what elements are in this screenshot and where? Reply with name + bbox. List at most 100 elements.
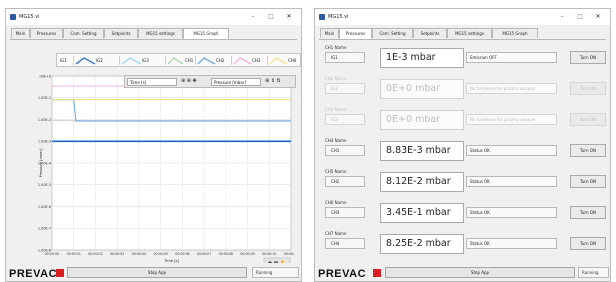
x-tick-label: 00:00:04 xyxy=(132,252,146,256)
channel-row-2: CH2 Name IG2 0E+0 mbar No hardware for p… xyxy=(324,76,607,106)
turn-on-button[interactable]: Turn ON xyxy=(570,237,606,250)
channel-name-field[interactable]: IG1 xyxy=(325,52,365,63)
channel-status: Emission OFF xyxy=(466,52,557,63)
y-tick-label: 1.00E-2 xyxy=(38,118,51,122)
channel-name-field[interactable]: IG2 xyxy=(325,83,365,94)
y-tick-label: 1.00E-1 xyxy=(38,96,51,100)
app-icon xyxy=(10,14,16,20)
turn-on-button[interactable]: Turn ON xyxy=(570,206,606,219)
legend-item-ig1[interactable]: IG1 xyxy=(57,56,73,65)
pressure-readout: 0E+0 mbar xyxy=(380,110,464,130)
pressure-chart[interactable]: 1.00E-81.00E-71.00E-61.00E-51.00E-41.00E… xyxy=(38,74,295,272)
channel-name-label: CH3 Name xyxy=(325,107,347,112)
channel-status: Status OK xyxy=(466,238,557,249)
maximize-button[interactable]: □ xyxy=(574,12,586,22)
stop-indicator-icon xyxy=(56,269,64,277)
x-tick-label: 00:00:07 xyxy=(197,252,211,256)
pressure-readout: 1E-3 mbar xyxy=(380,48,464,68)
maximize-button[interactable]: □ xyxy=(265,12,277,22)
cursor-panel: Time [s] ⊕ ⊛ ✥ Pressure [mbar] ⊕ ⇕ ⇅ xyxy=(124,75,296,88)
tab-main[interactable]: Main xyxy=(11,28,30,38)
channel-name-field[interactable]: CH4 xyxy=(325,238,365,249)
channel-name-field[interactable]: CH2 xyxy=(325,176,365,187)
y-scale-tools-icon[interactable]: ⊕ ⇕ ⇅ xyxy=(265,78,281,84)
tab-pressures[interactable]: Pressures xyxy=(30,28,63,38)
plot-legend: IG1 IG2 IG3 CH1 CH2 CH3 CH4 xyxy=(56,53,301,67)
legend-glyph-icon xyxy=(121,57,142,65)
prevac-logo: PREVAC xyxy=(318,268,367,280)
close-button[interactable]: ✕ xyxy=(592,12,604,22)
x-scale-tools-icon[interactable]: ⊕ ⊛ ✥ xyxy=(181,78,197,84)
close-button[interactable]: ✕ xyxy=(283,12,295,22)
turn-on-button[interactable]: Turn ON xyxy=(570,144,606,157)
legend-glyph-icon xyxy=(197,57,216,65)
channel-name-field[interactable]: CH3 xyxy=(325,207,365,218)
legend-item-ch2[interactable]: CH2 xyxy=(195,56,232,65)
channel-name-label: CH2 Name xyxy=(325,76,347,81)
x-tick-label: 00:00:09 xyxy=(240,252,254,256)
legend-glyph-icon xyxy=(167,57,184,65)
tab-bar: Main Pressures Com. Setting Setpoints MG… xyxy=(10,28,297,40)
pressure-readout: 8.25E-2 mbar xyxy=(380,234,464,254)
pressure-readout: 8.83E-3 mbar xyxy=(380,141,464,161)
tab-mg15-graph[interactable]: MG15 Graph xyxy=(183,28,229,39)
y-tick-label: 1.00E-6 xyxy=(38,205,51,209)
turn-on-button[interactable]: Turn ON xyxy=(570,82,606,95)
legend-item-ch4[interactable]: CH4 xyxy=(267,56,301,65)
channel-name-label: CH4 Name xyxy=(325,138,347,143)
legend-glyph-icon xyxy=(233,57,252,65)
tab-setpoints[interactable]: Setpoints xyxy=(413,28,447,38)
tab-bar: Main Pressures Com. Setting Setpoints MG… xyxy=(319,28,606,40)
y-tick-label: 1.00E+0 xyxy=(38,74,51,78)
turn-on-button[interactable]: Turn ON xyxy=(570,51,606,64)
x-tick-label: 00:00:02 xyxy=(88,252,102,256)
tab-mg15-settings[interactable]: MG15 settings xyxy=(447,28,492,38)
app-icon xyxy=(319,14,325,20)
channel-name-label: CH7 Name xyxy=(325,231,347,236)
legend-item-ch1[interactable]: CH1 xyxy=(165,56,196,65)
stop-app-button[interactable]: Stop App xyxy=(385,267,575,278)
status-indicator: Running xyxy=(578,267,609,278)
minimize-button[interactable]: – xyxy=(247,12,259,22)
footer-bar: PREVAC Stop App Running xyxy=(6,263,301,281)
channel-status: Status OK xyxy=(466,176,557,187)
tab-mg15-settings[interactable]: MG15 settings xyxy=(138,28,183,38)
legend-item-ig3[interactable]: IG3 xyxy=(119,56,166,65)
footer-bar: PREVAC Stop App Running xyxy=(315,263,610,281)
channel-status: Status OK xyxy=(466,145,557,156)
tab-mg15-graph[interactable]: MG15 Graph xyxy=(492,28,538,38)
tab-pressures[interactable]: Pressures xyxy=(339,28,372,39)
channel-row-6: CH6 Name CH3 3.45E-1 mbar Status OK Turn… xyxy=(324,200,607,230)
window-title: MG15.vi xyxy=(19,14,40,20)
legend-glyph-icon xyxy=(269,57,288,65)
channel-row-1: CH1 Name IG1 1E-3 mbar Emission OFF Turn… xyxy=(324,45,607,75)
turn-on-button[interactable]: Turn ON xyxy=(570,113,606,126)
channel-row-7: CH7 Name CH4 8.25E-2 mbar Status OK Turn… xyxy=(324,231,607,261)
x-tick-label: 00:00:05 xyxy=(153,252,167,256)
y-tick-label: 1.00E-5 xyxy=(38,183,51,187)
tab-main[interactable]: Main xyxy=(320,28,339,38)
x-tick-label: 00:00:10 xyxy=(262,252,276,256)
legend-item-ig2[interactable]: IG2 xyxy=(73,56,120,65)
channel-row-3: CH3 Name IG3 0E+0 mbar No hardware for p… xyxy=(324,107,607,137)
channel-name-field[interactable]: CH1 xyxy=(325,145,365,156)
x-tick-label: 00:00:08 xyxy=(219,252,233,256)
title-bar: MG15.vi – □ ✕ xyxy=(6,9,301,25)
x-scale-field[interactable]: Time [s] xyxy=(127,78,177,86)
legend-item-ch3[interactable]: CH3 xyxy=(231,56,268,65)
y-scale-field[interactable]: Pressure [mbar] xyxy=(211,78,261,86)
channel-name-label: CH1 Name xyxy=(325,45,347,50)
channel-name-label: CH6 Name xyxy=(325,200,347,205)
pressure-readout: 3.45E-1 mbar xyxy=(380,203,464,223)
y-axis-title: Pressure [mbar] xyxy=(39,148,43,177)
turn-on-button[interactable]: Turn ON xyxy=(570,175,606,188)
pressure-readout: 0E+0 mbar xyxy=(380,79,464,99)
legend-glyph-icon xyxy=(75,57,96,65)
tab-com-setting[interactable]: Com. Setting xyxy=(63,28,104,38)
minimize-button[interactable]: – xyxy=(556,12,568,22)
pressure-readout: 8.12E-2 mbar xyxy=(380,172,464,192)
stop-app-button[interactable]: Stop App xyxy=(67,267,247,278)
channel-name-field[interactable]: IG3 xyxy=(325,114,365,125)
tab-setpoints[interactable]: Setpoints xyxy=(104,28,138,38)
tab-com-setting[interactable]: Com. Setting xyxy=(372,28,413,38)
